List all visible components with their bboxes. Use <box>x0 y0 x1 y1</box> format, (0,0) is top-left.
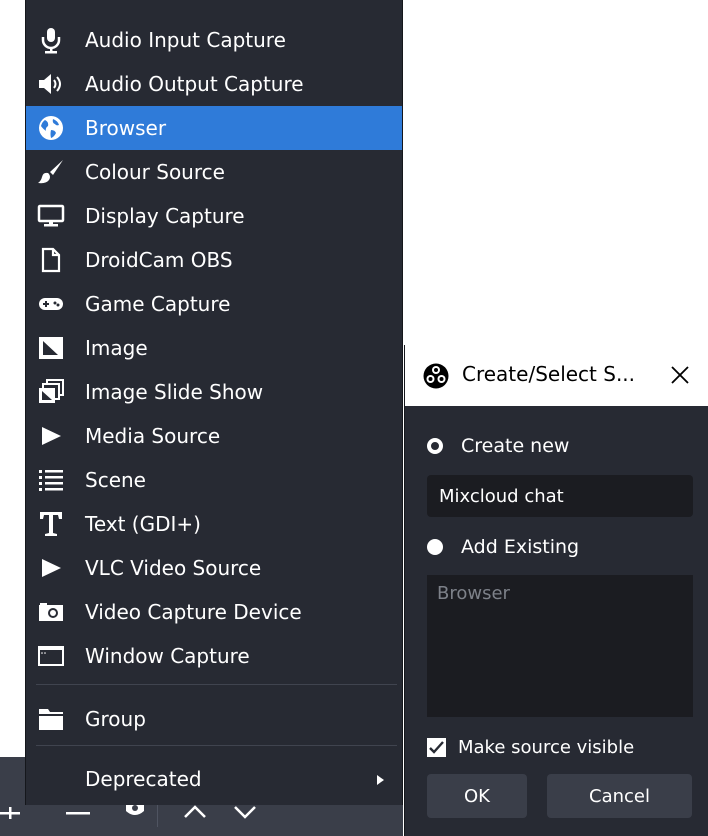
folder-icon <box>36 704 66 734</box>
move-up-icon <box>175 805 215 825</box>
menu-item-game-capture[interactable]: Game Capture <box>26 282 402 326</box>
menu-item-window-capture[interactable]: Window Capture <box>26 634 402 678</box>
menu-item-label: Display Capture <box>85 204 245 228</box>
menu-item-text-gdi[interactable]: Text (GDI+) <box>26 502 402 546</box>
menu-item-label: Video Capture Device <box>85 600 302 624</box>
menu-item-label: Image Slide Show <box>85 380 264 404</box>
menu-item-video-capture-device[interactable]: Video Capture Device <box>26 590 402 634</box>
play-icon <box>36 421 66 451</box>
slideshow-icon <box>36 377 66 407</box>
menu-item-image-slide-show[interactable]: Image Slide Show <box>26 370 402 414</box>
make-source-visible-checkbox[interactable] <box>427 737 446 757</box>
menu-item-label: Audio Input Capture <box>85 28 286 52</box>
file-icon <box>36 245 66 275</box>
submenu-arrow-icon <box>377 775 384 785</box>
menu-item-colour-source[interactable]: Colour Source <box>26 150 402 194</box>
text-icon <box>36 509 66 539</box>
menu-item-deprecated-label[interactable]: Deprecated <box>85 767 202 791</box>
create-select-source-dialog: Create/Select S... Create new Add Existi… <box>404 345 708 836</box>
source-name-input[interactable] <box>427 475 693 517</box>
make-source-visible-label: Make source visible <box>458 736 635 758</box>
source-properties-button[interactable] <box>120 805 150 836</box>
menu-item-label: Text (GDI+) <box>85 512 201 536</box>
cancel-button[interactable]: Cancel <box>547 774 692 818</box>
add-icon <box>0 806 22 835</box>
remove-icon <box>58 805 98 824</box>
move-source-down-button[interactable] <box>225 805 265 836</box>
ok-button[interactable]: OK <box>427 774 527 818</box>
monitor-icon <box>36 201 66 231</box>
dialog-titlebar[interactable]: Create/Select S... <box>405 345 708 406</box>
toolbar-strip <box>0 805 403 836</box>
remove-source-button[interactable] <box>58 805 98 836</box>
image-icon <box>36 333 66 363</box>
play-icon <box>36 553 66 583</box>
menu-item-label: Window Capture <box>85 644 250 668</box>
dialog-title: Create/Select S... <box>462 362 636 386</box>
add-existing-radio[interactable] <box>427 539 443 555</box>
menu-item-label: Scene <box>85 468 146 492</box>
create-new-radio[interactable] <box>427 438 443 454</box>
checkmark-icon <box>429 740 444 754</box>
menu-separator <box>36 745 397 746</box>
toolbar-divider <box>157 805 158 827</box>
microphone-icon <box>36 25 66 55</box>
menu-item-audio-input-capture[interactable]: Audio Input Capture <box>26 18 402 62</box>
menu-item-scene[interactable]: Scene <box>26 458 402 502</box>
close-icon <box>671 366 689 384</box>
window-icon <box>36 641 66 671</box>
camera-icon <box>36 597 66 627</box>
menu-item-group[interactable]: Group <box>26 697 402 741</box>
menu-item-label: DroidCam OBS <box>85 248 233 272</box>
add-source-menu: Audio Input Capture Audio Output Capture… <box>25 0 403 805</box>
create-new-option[interactable]: Create new <box>427 431 569 461</box>
menu-item-vlc-video-source[interactable]: VLC Video Source <box>26 546 402 590</box>
menu-item-label: Colour Source <box>85 160 225 184</box>
obs-logo-icon <box>423 363 449 389</box>
menu-item-display-capture[interactable]: Display Capture <box>26 194 402 238</box>
existing-sources-list[interactable]: Browser <box>427 575 693 717</box>
add-source-button-visible[interactable] <box>0 805 24 836</box>
make-source-visible-option[interactable]: Make source visible <box>427 732 634 762</box>
list-icon <box>36 465 66 495</box>
menu-item-label: Browser <box>85 116 167 140</box>
paintbrush-icon <box>36 157 66 187</box>
menu-item-audio-output-capture[interactable]: Audio Output Capture <box>26 62 402 106</box>
move-source-up-button[interactable] <box>175 805 215 836</box>
menu-item-droidcam-obs[interactable]: DroidCam OBS <box>26 238 402 282</box>
menu-item-label: Group <box>85 707 146 731</box>
gear-icon <box>120 805 150 825</box>
menu-separator <box>36 684 397 685</box>
speaker-icon <box>36 69 66 99</box>
add-existing-option[interactable]: Add Existing <box>427 532 579 562</box>
menu-item-label: Media Source <box>85 424 221 448</box>
menu-item-label: Game Capture <box>85 292 231 316</box>
menu-item-label: Image <box>85 336 148 360</box>
gamepad-icon <box>36 289 66 319</box>
create-new-label: Create new <box>461 435 570 457</box>
menu-item-label: VLC Video Source <box>85 556 262 580</box>
menu-bottom-cover: Deprecated <box>25 757 403 805</box>
globe-icon <box>36 113 66 143</box>
menu-item-browser[interactable]: Browser <box>26 106 402 150</box>
list-item[interactable]: Browser <box>437 583 683 604</box>
menu-item-media-source[interactable]: Media Source <box>26 414 402 458</box>
close-button[interactable] <box>662 357 698 393</box>
move-down-icon <box>225 806 265 825</box>
menu-item-image[interactable]: Image <box>26 326 402 370</box>
add-existing-label: Add Existing <box>461 536 580 558</box>
menu-item-label: Audio Output Capture <box>85 72 304 96</box>
